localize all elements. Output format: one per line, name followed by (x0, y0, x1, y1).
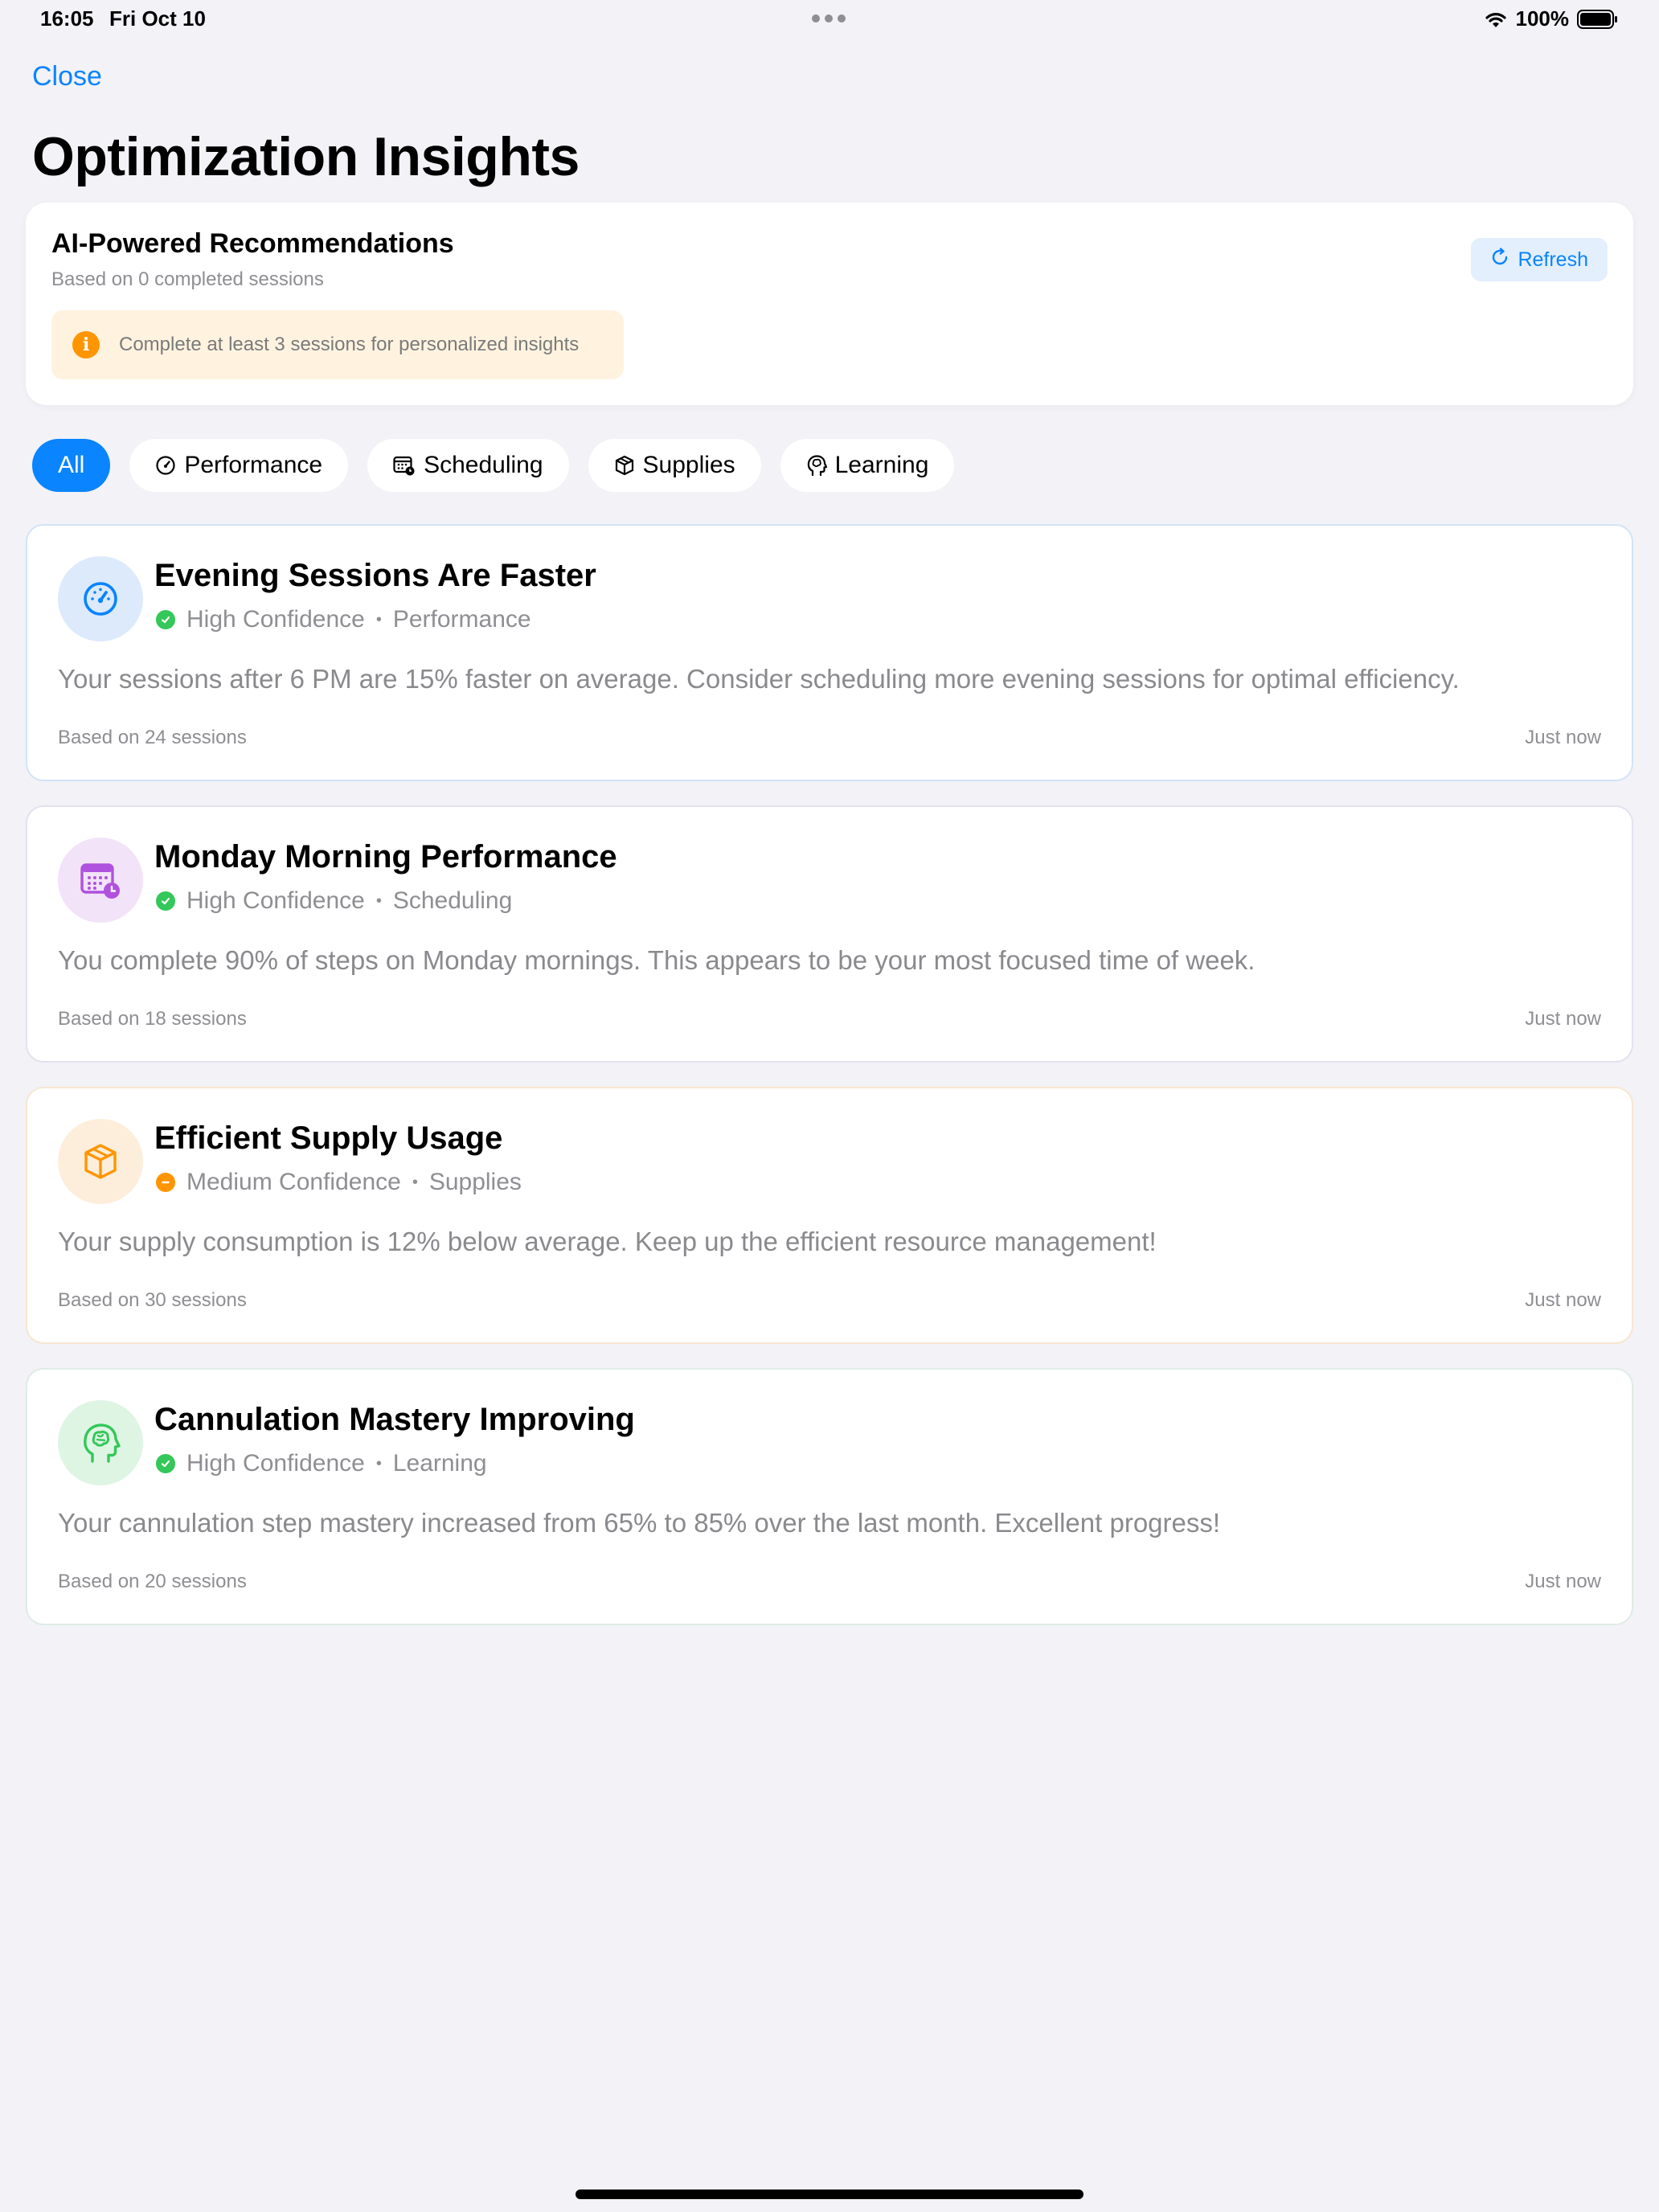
notice-text: Complete at least 3 sessions for persona… (119, 334, 580, 355)
refresh-label: Refresh (1518, 248, 1588, 271)
category-filter-bar: All Performance Scheduling Supplies Lear… (32, 439, 955, 492)
insight-card[interactable]: Evening Sessions Are Faster High Confide… (26, 524, 1633, 781)
sample-size: Based on 24 sessions (58, 727, 247, 748)
filter-chip-scheduling[interactable]: Scheduling (367, 439, 569, 492)
box-icon (614, 455, 635, 476)
recommendations-summary-card: AI-Powered Recommendations Based on 0 co… (26, 203, 1633, 405)
separator-dot: • (375, 1454, 382, 1473)
confidence-label: Medium Confidence (186, 1169, 401, 1195)
confidence-label: High Confidence (186, 1450, 365, 1477)
category-label: Scheduling (392, 887, 513, 914)
brain-head-icon (806, 454, 827, 477)
minus-icon (156, 1173, 175, 1192)
insight-title: Efficient Supply Usage (154, 1120, 503, 1156)
info-icon: i (72, 331, 100, 358)
filter-chip-performance[interactable]: Performance (129, 439, 349, 492)
insight-timestamp: Just now (1525, 1289, 1601, 1311)
insight-meta: High Confidence • Scheduling (156, 887, 512, 915)
battery-percent: 100% (1515, 6, 1570, 31)
app-screen: 16:05 Fri Oct 10 100% Close Optimization… (0, 0, 1659, 2212)
summary-title: AI-Powered Recommendations (51, 228, 454, 259)
confidence-label: High Confidence (186, 606, 365, 633)
insight-timestamp: Just now (1525, 1571, 1601, 1592)
insight-card[interactable]: Cannulation Mastery Improving High Confi… (26, 1368, 1633, 1625)
checkmark-icon (156, 891, 175, 911)
filter-chip-supplies[interactable]: Supplies (588, 439, 761, 492)
page-title: Optimization Insights (32, 126, 580, 187)
insight-meta: High Confidence • Learning (156, 1450, 487, 1477)
checkmark-icon (156, 1454, 175, 1473)
multitasking-dots-icon[interactable] (812, 14, 846, 23)
filter-chip-label: All (58, 452, 85, 478)
filter-chip-label: Performance (184, 452, 323, 478)
sample-size: Based on 18 sessions (58, 1008, 247, 1030)
sample-size: Based on 30 sessions (58, 1289, 247, 1311)
insight-card[interactable]: Monday Morning Performance High Confiden… (26, 805, 1633, 1063)
battery-icon (1577, 9, 1619, 30)
refresh-button[interactable]: Refresh (1471, 238, 1608, 281)
insight-title: Evening Sessions Are Faster (154, 558, 596, 593)
insight-description: You complete 90% of steps on Monday morn… (58, 945, 1256, 975)
insight-card[interactable]: Efficient Supply Usage Medium Confidence… (26, 1087, 1633, 1344)
status-date: Fri Oct 10 (109, 6, 206, 31)
separator-dot: • (412, 1173, 418, 1191)
summary-subtitle: Based on 0 completed sessions (51, 268, 324, 290)
insight-description: Your sessions after 6 PM are 15% faster … (58, 664, 1460, 694)
gauge-icon (58, 556, 143, 641)
status-time: 16:05 (40, 6, 94, 31)
confidence-label: High Confidence (186, 887, 365, 914)
insight-title: Cannulation Mastery Improving (154, 1402, 635, 1437)
insight-meta: Medium Confidence • Supplies (156, 1169, 522, 1196)
filter-chip-label: Scheduling (424, 452, 543, 478)
brain-head-icon (58, 1400, 143, 1485)
insight-timestamp: Just now (1525, 727, 1601, 748)
refresh-icon (1490, 247, 1509, 272)
wifi-icon (1484, 10, 1508, 29)
category-label: Supplies (428, 1169, 522, 1195)
sample-size: Based on 20 sessions (58, 1571, 247, 1592)
filter-chip-label: Supplies (642, 452, 735, 478)
separator-dot: • (375, 610, 382, 629)
gauge-icon (155, 455, 176, 476)
filter-chip-label: Learning (834, 452, 929, 478)
status-bar: 16:05 Fri Oct 10 100% (0, 0, 1659, 40)
home-indicator[interactable] (576, 2189, 1083, 2199)
insight-description: Your supply consumption is 12% below ave… (58, 1227, 1157, 1256)
box-icon (58, 1119, 143, 1204)
checkmark-icon (156, 610, 175, 629)
insufficient-data-notice: i Complete at least 3 sessions for perso… (51, 310, 624, 379)
filter-chip-learning[interactable]: Learning (780, 439, 955, 492)
calendar-clock-icon (393, 455, 416, 476)
insight-meta: High Confidence • Performance (156, 606, 531, 633)
close-button[interactable]: Close (32, 61, 102, 92)
insight-timestamp: Just now (1525, 1008, 1601, 1030)
insight-title: Monday Morning Performance (154, 839, 617, 875)
separator-dot: • (375, 891, 382, 910)
insight-description: Your cannulation step mastery increased … (58, 1508, 1221, 1538)
calendar-clock-icon (58, 838, 143, 923)
status-indicators: 100% (1484, 6, 1620, 31)
category-label: Learning (392, 1450, 487, 1477)
category-label: Performance (392, 606, 531, 633)
filter-chip-all[interactable]: All (32, 439, 111, 492)
